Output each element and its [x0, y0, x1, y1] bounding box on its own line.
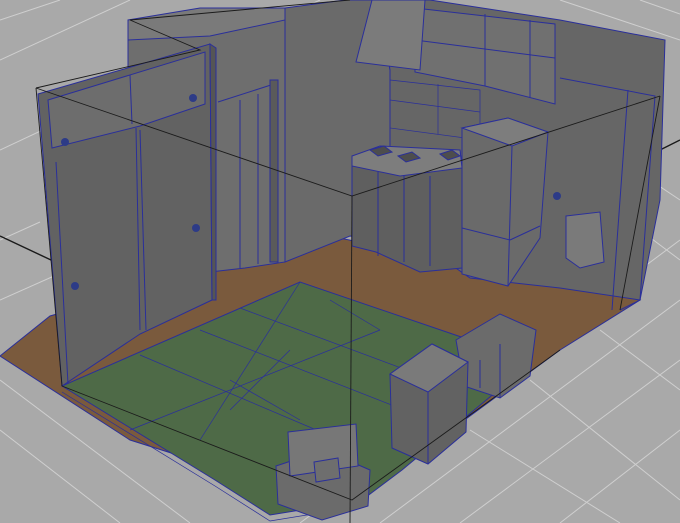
- tv-base: [313, 457, 341, 483]
- 3d-viewport[interactable]: [0, 0, 680, 523]
- scene-canvas[interactable]: [0, 0, 680, 523]
- wall-mounted-box[interactable]: [565, 211, 605, 269]
